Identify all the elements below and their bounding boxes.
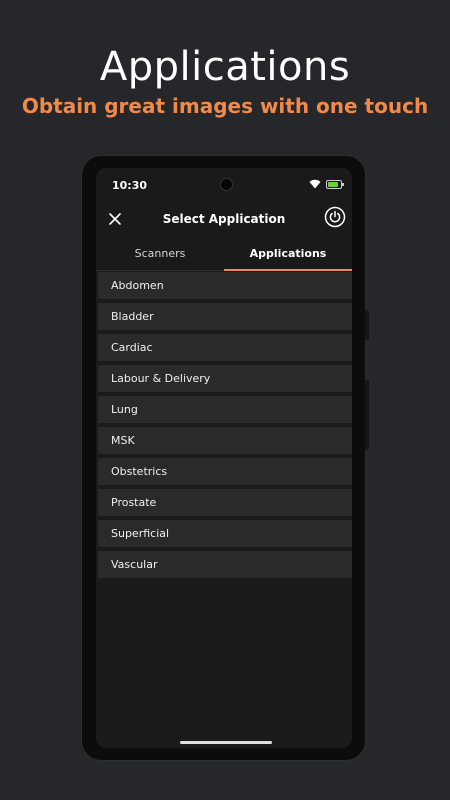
status-time: 10:30 xyxy=(112,179,148,192)
tab-applications[interactable]: Applications xyxy=(224,240,352,271)
wifi-icon xyxy=(309,179,321,189)
list-item-cardiac[interactable]: Cardiac xyxy=(98,334,352,361)
list-item-msk[interactable]: MSK xyxy=(98,427,352,454)
list-item-bladder[interactable]: Bladder xyxy=(98,303,352,330)
tab-bar: Scanners Applications xyxy=(96,240,352,271)
phone-volume-button xyxy=(365,380,369,450)
status-bar: 10:30 xyxy=(96,168,352,200)
phone-screen: 10:30 Select Application Scanners Applic… xyxy=(96,168,352,748)
page-title: Applications xyxy=(99,44,351,90)
power-icon[interactable] xyxy=(324,206,346,228)
page-subtitle: Obtain great images with one touch xyxy=(21,94,429,118)
tab-scanners[interactable]: Scanners xyxy=(96,240,224,270)
phone-frame: 10:30 Select Application Scanners Applic… xyxy=(81,155,366,761)
close-icon[interactable] xyxy=(106,210,124,228)
list-item-labour-delivery[interactable]: Labour & Delivery xyxy=(98,365,352,392)
camera-cutout xyxy=(220,178,233,191)
list-item-vascular[interactable]: Vascular xyxy=(98,551,352,578)
list-item-obstetrics[interactable]: Obstetrics xyxy=(98,458,352,485)
list-item-superficial[interactable]: Superficial xyxy=(98,520,352,547)
app-bar-title: Select Application xyxy=(162,212,286,226)
phone-side-button xyxy=(365,310,369,340)
app-bar: Select Application xyxy=(96,200,352,240)
application-list: Abdomen Bladder Cardiac Labour & Deliver… xyxy=(96,272,352,582)
list-item-abdomen[interactable]: Abdomen xyxy=(98,272,352,299)
list-item-prostate[interactable]: Prostate xyxy=(98,489,352,516)
home-indicator[interactable] xyxy=(180,741,272,744)
list-item-lung[interactable]: Lung xyxy=(98,396,352,423)
battery-icon xyxy=(326,179,344,189)
